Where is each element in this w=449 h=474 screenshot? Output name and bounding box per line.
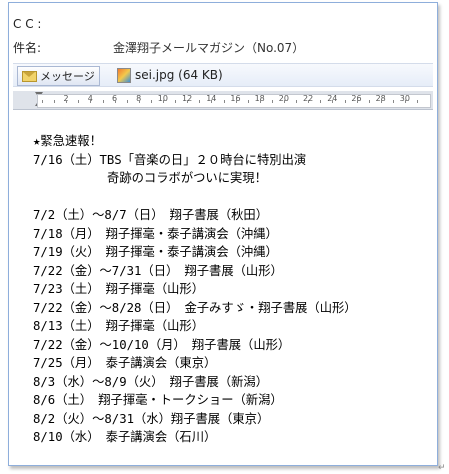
message-button[interactable]: メッセージ	[17, 66, 100, 86]
body-line: 7/23（土） 翔子揮毫（山形）	[33, 282, 205, 296]
ruler-tick	[308, 100, 310, 103]
ruler-tick	[405, 100, 406, 103]
ruler-tick	[368, 100, 370, 103]
ruler-tick	[126, 100, 128, 103]
ruler-tick	[114, 100, 116, 103]
ruler-tick	[332, 100, 334, 103]
ruler-tick	[223, 100, 225, 103]
ruler-tick	[320, 100, 322, 103]
cc-label: C C :	[13, 17, 42, 31]
body-line: 8/13（土） 翔子揮毫（山形）	[33, 319, 205, 333]
attachment-bar: メッセージ sei.jpg (64 KB)	[13, 63, 433, 87]
body-line: 7/22（金）～8/28（日） 金子みすゞ・翔子書展（山形）	[33, 300, 357, 315]
message-body[interactable]: ★緊急速報！ 7/16（土）TBS「音楽の日」２０時台に特別出演 奇跡のコラボがつ…	[33, 132, 433, 447]
body-line: 7/18（月） 翔子揮毫・泰子講演会（沖縄）	[33, 226, 278, 241]
image-file-icon	[117, 67, 131, 83]
paragraph-mark-icon: ↵	[438, 463, 446, 473]
body-line: 8/3（水）～8/9（火） 翔子書展（新潟）	[33, 374, 269, 389]
ruler-tick	[138, 100, 140, 103]
ruler-tick	[284, 100, 285, 103]
email-window: C C : 件名: 金澤翔子メールマガジン（No.07） メッセージ sei.j…	[8, 2, 438, 466]
body-line: 7/22（金）～10/10（月） 翔子書展（山形）	[33, 337, 291, 352]
body-line	[33, 188, 433, 207]
subject-row: 件名: 金澤翔子メールマガジン（No.07）	[9, 37, 437, 59]
ruler-tick	[247, 100, 249, 103]
cc-row: C C :	[9, 13, 437, 35]
body-line: 8/6（土） 翔子揮毫・トークショー（新潟）	[33, 393, 283, 407]
body-line: 7/16（土）TBS「音楽の日」２０時台に特別出演	[33, 152, 307, 167]
ruler[interactable]: 2 4 6 8 10 12 14 16 18 20 22 24 26 28 30	[37, 94, 431, 108]
ruler-tick	[66, 100, 68, 103]
ruler-tick	[163, 100, 164, 103]
ruler-tick	[187, 100, 189, 103]
ruler-area: 2 4 6 8 10 12 14 16 18 20 22 24 26 28 30	[13, 91, 433, 110]
ruler-tick	[78, 100, 80, 103]
ruler-tick	[211, 100, 213, 103]
ruler-tick	[271, 100, 273, 103]
attachment-file[interactable]: sei.jpg (64 KB)	[117, 66, 223, 84]
body-line: 7/19（火） 翔子揮毫・泰子講演会（沖縄）	[33, 245, 278, 259]
ruler-tick	[54, 100, 56, 103]
ruler-tick	[150, 100, 152, 103]
ruler-tick	[199, 100, 201, 103]
body-line: 7/22（金）～7/31（日） 翔子書展（山形）	[33, 263, 283, 278]
ruler-tick	[344, 100, 346, 103]
ruler-tick	[259, 100, 261, 103]
body-line: ★緊急速報！	[33, 134, 102, 148]
ruler-tick	[90, 100, 92, 103]
ruler-tick	[356, 100, 358, 103]
ruler-tick	[175, 100, 177, 103]
attachment-file-label: sei.jpg (64 KB)	[135, 68, 223, 82]
body-line: 奇跡のコラボがついに実現！	[33, 171, 267, 185]
body-line: 7/2（土）～8/7（日） 翔子書展（秋田）	[33, 208, 269, 222]
body-line: 8/2（火）～8/31（水）翔子書展（東京）	[33, 411, 270, 426]
body-line: 7/25（月） 泰子講演会（東京）	[33, 356, 217, 370]
ruler-tick	[235, 100, 237, 103]
ruler-tick	[102, 100, 104, 103]
subject-value: 金澤翔子メールマガジン（No.07）	[113, 41, 305, 55]
subject-label: 件名:	[13, 41, 42, 55]
ruler-tick	[380, 100, 382, 103]
body-line: 8/10（水） 泰子講演会（石川）	[33, 430, 217, 444]
ruler-tick	[296, 100, 298, 103]
message-button-label: メッセージ	[40, 70, 95, 83]
ruler-tick	[392, 100, 394, 103]
ruler-tick	[417, 100, 419, 103]
envelope-icon	[22, 70, 37, 82]
ruler-tick	[42, 100, 43, 103]
